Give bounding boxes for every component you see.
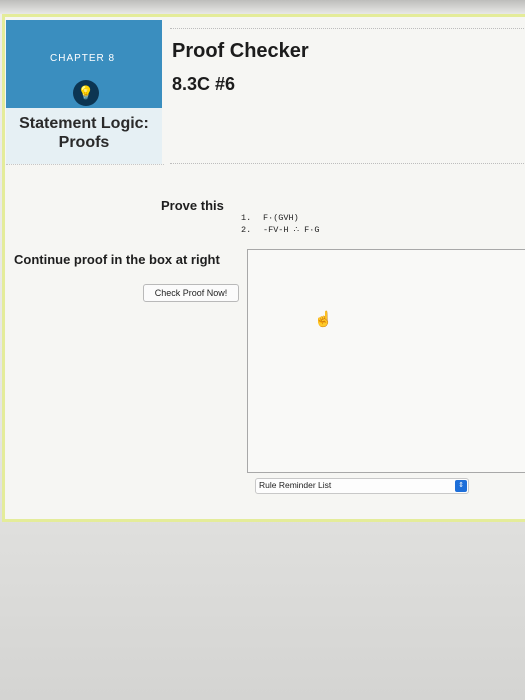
premise-text: -FV-H ∴ F·G [263,225,320,235]
divider [6,164,164,165]
hand-cursor-icon: ☝ [314,311,333,328]
rule-reminder-label: Rule Reminder List [259,480,332,490]
rule-reminder-select[interactable]: Rule Reminder List ⇕ [255,478,469,494]
premise-number: 1. [241,213,252,223]
premise-text: F·(GVH) [263,213,299,223]
premise-row: 1. F·(GVH) [241,212,319,224]
premise-number: 2. [241,225,252,235]
page-title: Proof Checker [172,40,309,62]
top-shadow [0,0,525,14]
exercise-number: 8.3C #6 [172,74,236,94]
proof-input-area[interactable] [247,249,525,473]
instructions: Continue proof in the box at right [14,252,220,267]
premises-list: 1. F·(GVH) 2. -FV-H ∴ F·G [241,212,319,236]
prove-label: Prove this [161,198,224,213]
lightbulb-icon: 💡 [73,80,99,106]
select-arrows-icon: ⇕ [455,480,467,492]
premise-row: 2. -FV-H ∴ F·G [241,224,319,236]
check-proof-button[interactable]: Check Proof Now! [143,284,239,302]
chapter-title: Statement Logic: Proofs [19,115,149,151]
chapter-label: CHAPTER 8 [50,53,116,64]
